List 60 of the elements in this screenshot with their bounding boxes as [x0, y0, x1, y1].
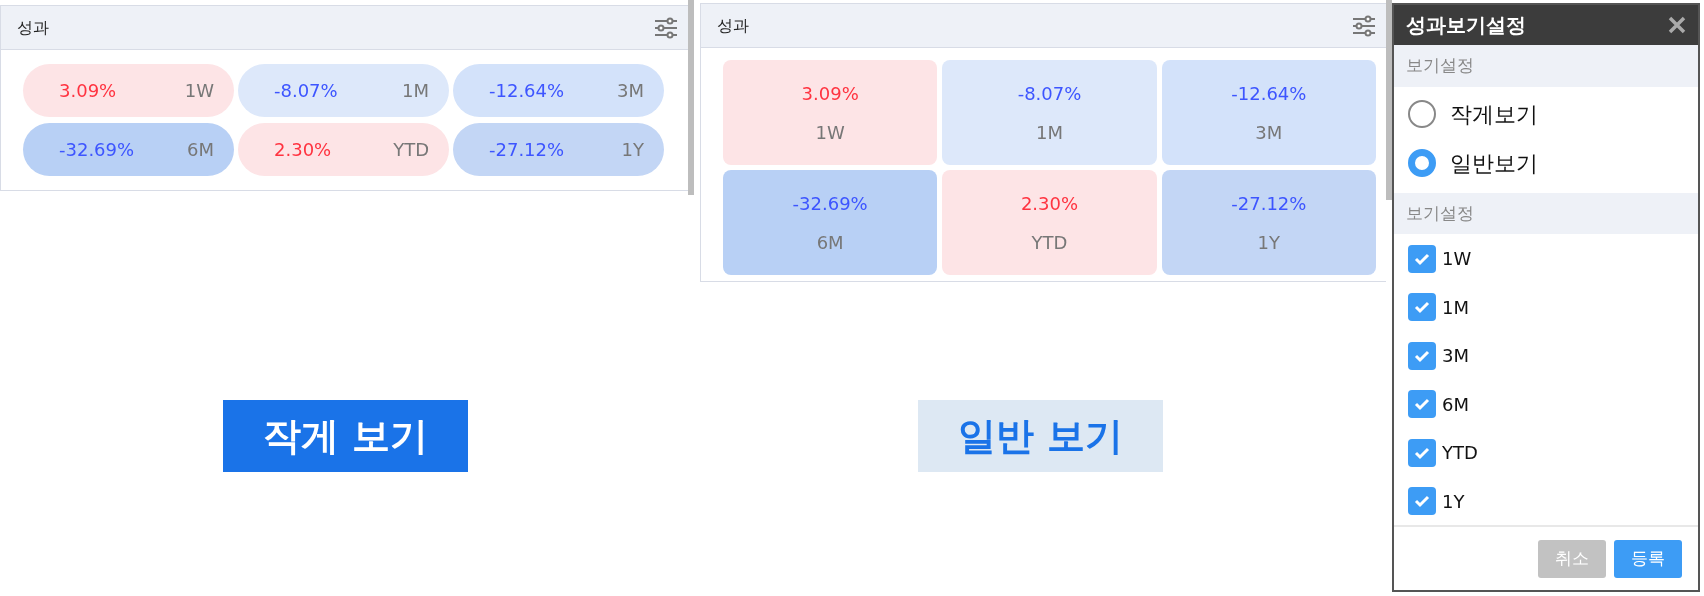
- option-label: 3M: [1442, 344, 1469, 369]
- settings-icon[interactable]: [654, 16, 678, 39]
- period-label: 6M: [187, 138, 214, 162]
- close-icon[interactable]: [1668, 15, 1686, 34]
- checkbox[interactable]: [1408, 341, 1436, 370]
- checkbox[interactable]: [1408, 487, 1436, 516]
- scrollbar[interactable]: [688, 0, 694, 195]
- panel-title: 성과: [717, 14, 749, 37]
- checkbox[interactable]: [1408, 293, 1436, 322]
- section-header: 보기설정: [1394, 44, 1698, 87]
- period-label: 3M: [617, 79, 644, 103]
- check-icon: [1414, 348, 1430, 363]
- check-icon: [1414, 397, 1430, 412]
- period-label: 3M: [1255, 120, 1283, 145]
- radio-button[interactable]: [1408, 149, 1436, 178]
- return-value: -27.12%: [489, 138, 565, 162]
- return-value: -32.69%: [792, 191, 868, 216]
- period-label: 6M: [816, 230, 844, 255]
- option-label: 일반보기: [1450, 149, 1538, 178]
- check-icon: [1414, 445, 1430, 460]
- period-label: 1W: [815, 120, 845, 145]
- return-value: -12.64%: [489, 79, 565, 103]
- cancel-button[interactable]: 취소: [1538, 539, 1606, 578]
- period-label: YTD: [1031, 230, 1068, 255]
- panel-title: 성과: [17, 16, 49, 39]
- return-value: 3.09%: [59, 79, 117, 103]
- period-label: 1W: [184, 79, 214, 103]
- check-icon: [1414, 300, 1430, 315]
- return-value: 2.30%: [274, 138, 332, 162]
- option-label: YTD: [1442, 441, 1478, 466]
- checkbox[interactable]: [1408, 390, 1436, 419]
- option-label: 작게보기: [1450, 100, 1538, 129]
- option-label: 6M: [1442, 392, 1469, 417]
- caption-label: 작게 보기: [223, 400, 469, 472]
- check-icon: [1414, 494, 1430, 509]
- period-label: 1M: [402, 79, 429, 103]
- return-value: 3.09%: [801, 81, 859, 106]
- period-label: 1Y: [621, 138, 644, 162]
- option-label: 1M: [1442, 295, 1469, 320]
- period-label: 1M: [1036, 120, 1063, 145]
- checkbox[interactable]: [1408, 438, 1436, 467]
- option-label: 1W: [1442, 247, 1472, 272]
- register-button[interactable]: 등록: [1614, 539, 1682, 578]
- return-value: -27.12%: [1231, 191, 1307, 216]
- return-value: -32.69%: [59, 138, 135, 162]
- checkbox[interactable]: [1408, 244, 1436, 273]
- dialog-title: 성과보기설정: [1406, 11, 1526, 39]
- return-value: 2.30%: [1020, 191, 1079, 216]
- scrollbar[interactable]: [1386, 0, 1392, 200]
- period-label: 1Y: [1257, 230, 1281, 255]
- settings-icon[interactable]: [1352, 14, 1376, 37]
- option-label: 1Y: [1442, 489, 1465, 514]
- return-value: -8.07%: [274, 79, 338, 103]
- section-header: 보기설정: [1394, 192, 1698, 235]
- return-value: -8.07%: [1017, 81, 1082, 106]
- caption-label: 일반 보기: [918, 400, 1164, 472]
- radio-button[interactable]: [1408, 100, 1436, 129]
- check-icon: [1414, 251, 1430, 266]
- return-value: -12.64%: [1231, 81, 1307, 106]
- period-label: YTD: [393, 138, 429, 162]
